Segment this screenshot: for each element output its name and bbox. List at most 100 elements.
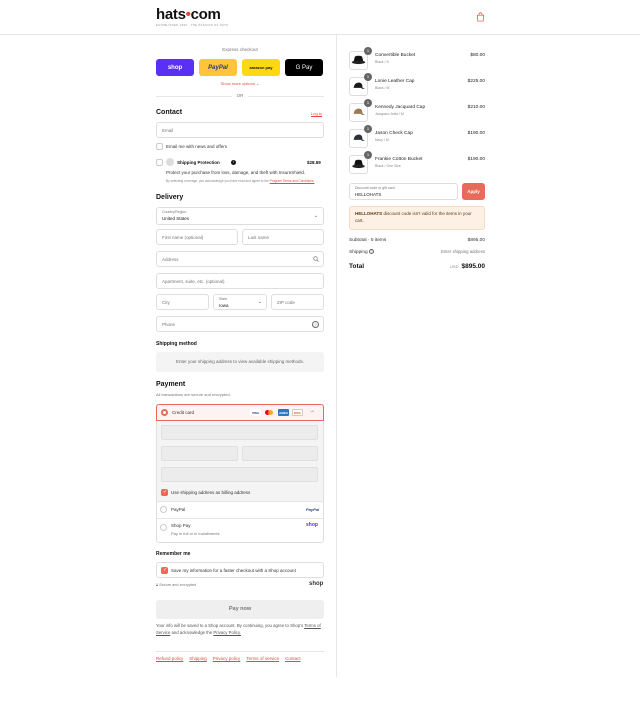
first-name-field[interactable]: First name (optional) xyxy=(156,229,238,245)
total-value: $895.00 xyxy=(461,263,486,270)
address-field[interactable]: Address xyxy=(156,251,324,267)
country-label: Country/Region xyxy=(162,210,187,214)
logo-text: hats xyxy=(156,6,186,23)
total-amount: USD $895.00 xyxy=(450,263,485,270)
bucket-hat-icon xyxy=(352,159,365,169)
contact-heading: Contact xyxy=(156,109,183,116)
privacy-policy-link[interactable]: Privacy Policy. xyxy=(213,630,241,635)
shipping-link[interactable]: Shipping xyxy=(189,656,207,661)
apartment-field[interactable]: Apartment, suite, etc. (optional) xyxy=(156,273,324,289)
discount-warning: HELLOHATS discount code isn't valid for … xyxy=(349,206,485,230)
help-icon[interactable]: ? xyxy=(369,249,375,254)
subtotal-row: Subtotal · 5 items $895.00 xyxy=(349,238,485,243)
secure-text: Secure and encrypted xyxy=(159,583,197,587)
info-icon[interactable]: i xyxy=(231,160,236,165)
shipping-value: Enter shipping address xyxy=(441,249,485,254)
security-code-field[interactable] xyxy=(242,446,318,461)
lock-icon: 🔒︎ xyxy=(156,583,159,587)
terms-of-service-footer-link[interactable]: Terms of service xyxy=(246,656,279,661)
or-label: OR xyxy=(232,93,248,98)
site-logo[interactable]: hats•com xyxy=(156,6,221,23)
item-price: $190.00 xyxy=(467,157,485,162)
discount-value: HELLOHATS xyxy=(355,192,382,197)
amex-icon: AMEX xyxy=(278,409,289,416)
shop-pay-button[interactable]: shop xyxy=(156,59,194,76)
subtotal-label: Subtotal · 5 items xyxy=(349,238,387,243)
billing-same-checkbox[interactable] xyxy=(161,489,168,496)
cart-item: 1 Kennedy Jacquard Cap Jacquard Jetta / … xyxy=(349,99,485,125)
news-checkbox[interactable] xyxy=(156,143,163,150)
amazon-pay-button[interactable]: amazon pay xyxy=(242,59,280,76)
quantity-badge: 1 xyxy=(364,151,372,159)
quantity-badge: 1 xyxy=(364,73,372,81)
google-pay-button[interactable]: G Pay xyxy=(285,59,323,76)
paypal-radio[interactable] xyxy=(160,506,167,513)
arrow-right-icon: → xyxy=(309,408,315,414)
total-label: Total xyxy=(349,263,365,270)
item-name: Jason Check Cap xyxy=(375,131,413,136)
mastercard-icon xyxy=(264,409,275,416)
login-link[interactable]: Log in xyxy=(311,111,322,116)
state-value: Iowa xyxy=(219,303,229,308)
paypal-button[interactable]: PayPal xyxy=(199,59,237,76)
cart-item: 1 Lonie Leather Cap Black / M $225.00 xyxy=(349,73,485,99)
name-on-card-field[interactable] xyxy=(161,467,318,482)
discount-code-field[interactable]: Discount code or gift card HELLOHATS xyxy=(349,183,458,200)
shipping-method-heading: Shipping method xyxy=(156,341,197,347)
item-price: $225.00 xyxy=(467,79,485,84)
email-field[interactable]: Email xyxy=(156,122,324,138)
cap-icon xyxy=(353,82,366,89)
item-price: $190.00 xyxy=(467,131,485,136)
phone-field[interactable]: Phone ? xyxy=(156,316,324,332)
expiration-field[interactable] xyxy=(161,446,238,461)
privacy-policy-footer-link[interactable]: Privacy policy xyxy=(213,656,241,661)
item-variant: Navy / M xyxy=(375,138,389,142)
amex-text: AMEX xyxy=(279,410,288,415)
country-select[interactable]: Country/Region United States ⌄ xyxy=(156,207,324,225)
apply-button[interactable]: Apply xyxy=(462,183,485,200)
payment-divider xyxy=(157,501,323,502)
remember-me-box: Save my information for a faster checkou… xyxy=(156,562,324,578)
discover-icon: DISC xyxy=(292,409,303,416)
zip-field[interactable]: ZIP code xyxy=(271,294,324,310)
email-placeholder: Email xyxy=(162,128,174,133)
quantity-badge: 1 xyxy=(364,47,372,55)
shoppay-radio[interactable] xyxy=(160,524,167,531)
help-icon[interactable]: ? xyxy=(312,321,319,328)
credit-card-radio[interactable] xyxy=(161,409,168,416)
save-info-checkbox[interactable] xyxy=(161,567,168,574)
city-field[interactable]: City xyxy=(156,294,209,310)
payment-subtitle: All transactions are secure and encrypte… xyxy=(156,392,231,397)
pay-now-button[interactable]: Pay now xyxy=(156,600,324,619)
refund-policy-link[interactable]: Refund policy xyxy=(156,656,183,661)
quantity-badge: 1 xyxy=(364,99,372,107)
card-number-field[interactable] xyxy=(161,425,318,440)
item-variant: Black / S xyxy=(375,60,389,64)
protection-fine-print: By selecting coverage, you acknowledge y… xyxy=(166,179,314,183)
program-terms-link[interactable]: Program Terms and Conditions. xyxy=(270,179,315,183)
protection-price: $28.59 xyxy=(307,160,321,165)
shopping-bag-icon[interactable] xyxy=(476,12,485,22)
shop-logo: shop xyxy=(309,581,324,587)
item-variant: Black / M xyxy=(375,86,390,90)
shipping-label: Shipping xyxy=(349,250,368,255)
credit-card-label: Credit card xyxy=(172,410,195,415)
item-name: Kennedy Jacquard Cap xyxy=(375,105,426,110)
protection-title: Shipping Protection xyxy=(177,160,220,165)
phone-placeholder: Phone xyxy=(162,322,176,327)
google-pay-label: G Pay xyxy=(295,64,313,71)
item-variant: Jacquard Jetta / M xyxy=(375,112,404,116)
search-icon xyxy=(313,256,319,262)
delivery-heading: Delivery xyxy=(156,194,184,201)
state-select[interactable]: State Iowa ⌄ xyxy=(213,294,267,310)
footer-links: Refund policy Shipping Privacy policy Terms… xyxy=(156,656,324,661)
discover-text: DISC xyxy=(293,410,302,415)
last-name-field[interactable]: Last name xyxy=(242,229,324,245)
shop-pay-label: shop xyxy=(167,64,183,71)
column-divider xyxy=(336,35,337,677)
credit-card-option[interactable]: Credit card VISA AMEX DISC → xyxy=(156,404,324,421)
protection-checkbox[interactable] xyxy=(156,159,163,166)
country-value: United States xyxy=(162,216,190,221)
contact-link[interactable]: Contact xyxy=(285,656,301,661)
show-more-options-link[interactable]: Show more options ⌄ xyxy=(156,81,324,86)
